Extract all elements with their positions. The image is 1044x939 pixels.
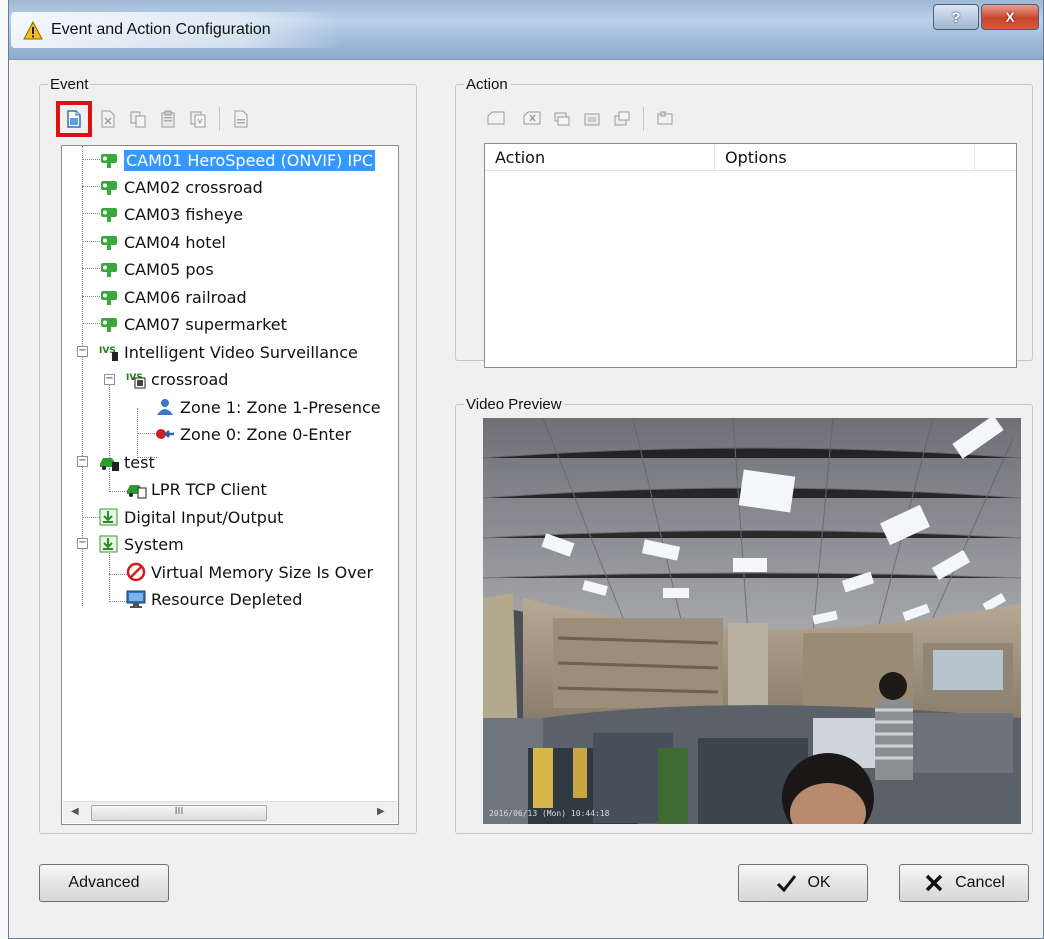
event-toolbar: [56, 101, 256, 137]
prohibited-icon: [126, 562, 146, 582]
digital-io-icon: [99, 508, 118, 526]
tree-item-cam04[interactable]: CAM04 hotel: [98, 229, 226, 255]
new-icon: [487, 111, 505, 125]
delete-icon: [101, 110, 115, 128]
tree-item-cam01[interactable]: CAM01 HeroSpeed (ONVIF) IPC: [98, 147, 376, 173]
expander-system[interactable]: −: [77, 538, 88, 549]
scroll-thumb[interactable]: III: [91, 805, 267, 821]
new-action-button[interactable]: [481, 104, 511, 134]
tree-item-cam06[interactable]: CAM06 railroad: [98, 284, 247, 310]
title-bar[interactable]: Event and Action Configuration ? X: [9, 0, 1043, 60]
action-group-legend: Action: [466, 76, 508, 93]
camera-icon: [101, 236, 117, 250]
camera-icon: [101, 154, 117, 168]
paste-action-button[interactable]: [577, 104, 607, 134]
car-icon: [100, 458, 119, 471]
car-icon: [127, 485, 147, 499]
duplicate-icon: [190, 111, 206, 128]
copy-action-button[interactable]: [547, 104, 577, 134]
tree-item-system[interactable]: System: [98, 531, 184, 557]
tree-item-cam05[interactable]: CAM05 pos: [98, 256, 214, 282]
event-tree[interactable]: − − − − CAM01 HeroSpeed (ONVIF) IPC CAM0…: [61, 145, 399, 825]
tree-item-resource-depleted[interactable]: Resource Depleted: [125, 586, 302, 612]
expander-crossroad[interactable]: −: [104, 374, 115, 385]
tree-item-test[interactable]: test: [98, 449, 155, 475]
enter-arrow-icon: [156, 429, 174, 439]
expander-ivs[interactable]: −: [77, 346, 88, 357]
tree-item-virtual-memory[interactable]: Virtual Memory Size Is Over: [125, 559, 373, 585]
copy-icon: [130, 111, 146, 128]
action-toolbar: [481, 104, 680, 134]
help-button[interactable]: ?: [933, 4, 979, 30]
ivs-icon: IVS: [99, 346, 118, 361]
event-properties-button[interactable]: [226, 104, 256, 134]
checkmark-icon: [777, 875, 797, 893]
properties-icon: [234, 110, 248, 128]
advanced-button[interactable]: Advanced: [39, 864, 169, 902]
column-header-action[interactable]: Action: [485, 144, 715, 171]
tree-item-zone0[interactable]: Zone 0: Zone 0-Enter: [154, 421, 351, 447]
camera-feed-image: 2016/06/13 (Mon) 10:44:18: [483, 418, 1021, 824]
tree-item-ivs[interactable]: IVS Intelligent Video Surveillance: [98, 339, 358, 365]
ok-button[interactable]: OK: [738, 864, 868, 902]
tree-item-zone1[interactable]: Zone 1: Zone 1-Presence: [154, 394, 381, 420]
video-preview-legend: Video Preview: [466, 396, 562, 413]
delete-icon: [523, 111, 541, 125]
copy-icon: [554, 112, 570, 126]
tree-item-digital-io[interactable]: Digital Input/Output: [98, 504, 283, 530]
window-title: Event and Action Configuration: [51, 21, 271, 38]
duplicate-icon: [614, 111, 630, 126]
delete-action-button[interactable]: [517, 104, 547, 134]
tree-item-crossroad[interactable]: IVS crossroad: [125, 366, 228, 392]
action-list[interactable]: Action Options: [484, 143, 1017, 368]
event-action-dialog: Event and Action Configuration ? X Event: [8, 0, 1044, 939]
ivs-icon: IVS: [126, 373, 146, 389]
tree-item-cam03[interactable]: CAM03 fisheye: [98, 201, 243, 227]
new-event-button[interactable]: [56, 101, 92, 137]
close-button[interactable]: X: [981, 4, 1039, 30]
person-icon: [157, 399, 173, 415]
tree-horizontal-scrollbar[interactable]: ◀ III ▶: [63, 801, 397, 823]
tree-item-cam07[interactable]: CAM07 supermarket: [98, 311, 287, 337]
paste-icon: [584, 113, 600, 126]
properties-icon: [657, 111, 673, 125]
camera-icon: [101, 291, 117, 305]
scroll-right-icon[interactable]: ▶: [377, 806, 385, 817]
delete-event-button[interactable]: [93, 104, 123, 134]
paste-icon: [161, 110, 175, 128]
tree-item-cam02[interactable]: CAM02 crossroad: [98, 174, 263, 200]
digital-io-icon: [99, 535, 118, 553]
video-preview-frame: 2016/06/13 (Mon) 10:44:18: [483, 418, 1021, 824]
expander-test[interactable]: −: [77, 456, 88, 467]
camera-icon: [101, 181, 117, 195]
action-properties-button[interactable]: [650, 104, 680, 134]
column-header-options[interactable]: Options: [715, 144, 975, 171]
preview-timestamp: 2016/06/13 (Mon) 10:44:18: [489, 809, 610, 818]
scroll-left-icon[interactable]: ◀: [71, 806, 79, 817]
camera-icon: [101, 263, 117, 277]
new-icon: [67, 110, 81, 128]
cross-icon: [925, 874, 943, 892]
event-group-legend: Event: [50, 76, 89, 93]
monitor-icon: [126, 590, 146, 608]
camera-icon: [101, 208, 117, 222]
duplicate-event-button[interactable]: [183, 104, 213, 134]
copy-event-button[interactable]: [123, 104, 153, 134]
tree-item-lpr-tcp-client[interactable]: LPR TCP Client: [125, 476, 267, 502]
paste-event-button[interactable]: [153, 104, 183, 134]
action-list-header: Action Options: [485, 144, 1016, 171]
cancel-button[interactable]: Cancel: [899, 864, 1029, 902]
camera-icon: [101, 318, 117, 332]
duplicate-action-button[interactable]: [607, 104, 637, 134]
warning-icon: [23, 21, 43, 40]
